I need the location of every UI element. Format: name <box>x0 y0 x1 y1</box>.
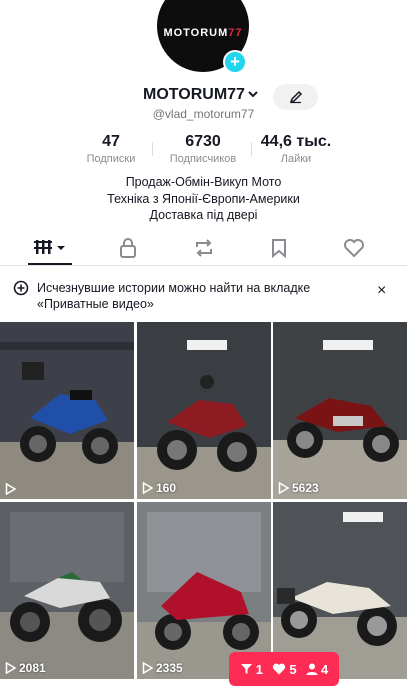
play-icon <box>5 483 16 495</box>
view-count: 5623 <box>278 481 319 495</box>
notice-text: Исчезнувшие истории можно найти на вклад… <box>37 281 311 311</box>
following-count: 47 <box>102 133 120 150</box>
motorcycle-thumbnail-image <box>137 322 271 499</box>
avatar-logo-subtitle <box>202 41 203 46</box>
followers-count: 6730 <box>185 133 221 150</box>
bio-line: Техніка з Японії-Європи-Америки <box>107 191 300 206</box>
play-icon <box>5 662 16 674</box>
likes-notification-count: 5 <box>272 662 297 677</box>
motorcycle-thumbnail-image <box>0 322 134 499</box>
bio-line: Доставка під двері <box>149 208 258 222</box>
profile-tabs <box>0 232 407 266</box>
close-icon[interactable]: × <box>377 282 386 300</box>
play-icon <box>142 482 153 494</box>
video-thumbnail[interactable]: 5623 <box>273 322 407 499</box>
motorcycle-thumbnail-image <box>0 502 134 679</box>
tab-reposts[interactable] <box>186 236 222 260</box>
inbox-count: 1 <box>240 662 263 677</box>
add-story-button[interactable]: + <box>223 50 247 74</box>
likes-count: 44,6 тыс. <box>260 133 332 150</box>
private-videos-notice: Исчезнувшие истории можно найти на вклад… <box>0 276 407 318</box>
avatar-logo: MOTORUM77 <box>163 26 243 39</box>
video-grid: 160 5623 2081 2335 <box>0 322 407 699</box>
profile-bio: Продаж-Обмін-Викуп Мото Техніка з Японії… <box>0 174 407 224</box>
activity-bubble[interactable]: 1 5 4 <box>229 652 339 686</box>
tab-liked[interactable] <box>336 236 372 260</box>
view-count: 2335 <box>142 661 183 675</box>
username-row: MOTORUM77 <box>0 84 407 110</box>
video-thumbnail[interactable]: 160 <box>137 322 271 499</box>
video-thumbnail[interactable]: 2081 <box>0 502 134 679</box>
pencil-icon <box>289 90 302 104</box>
play-icon <box>142 662 153 674</box>
stat-divider <box>152 142 153 156</box>
view-count: 2081 <box>5 661 46 675</box>
username[interactable]: MOTORUM77 <box>143 86 245 104</box>
following-stat[interactable]: 47 Подписки <box>80 133 142 165</box>
view-count <box>5 483 19 495</box>
lock-icon <box>120 238 136 258</box>
tab-private[interactable] <box>110 236 146 260</box>
profile-stats: 47 Подписки 6730 Подписчиков 44,6 тыс. Л… <box>0 133 407 169</box>
tab-favorites[interactable] <box>261 236 297 260</box>
tab-videos[interactable] <box>32 236 68 260</box>
play-icon <box>278 482 289 494</box>
avatar[interactable]: MOTORUM77 + <box>157 0 249 74</box>
following-label: Подписки <box>86 153 136 165</box>
heart-icon <box>273 663 286 675</box>
likes-label: Лайки <box>280 153 312 165</box>
likes-stat[interactable]: 44,6 тыс. Лайки <box>256 133 336 165</box>
followers-label: Подписчиков <box>169 153 237 165</box>
bookmark-icon <box>272 239 286 258</box>
followers-stat[interactable]: 6730 Подписчиков <box>160 133 246 165</box>
filter-funnel-icon <box>240 664 252 674</box>
video-thumbnail[interactable] <box>0 322 134 499</box>
bio-line: Продаж-Обмін-Викуп Мото <box>125 175 282 189</box>
person-icon <box>306 663 318 675</box>
followers-notification-count: 4 <box>306 662 328 677</box>
active-tab-indicator <box>28 263 72 265</box>
motorcycle-thumbnail-image <box>273 322 407 499</box>
view-count: 160 <box>142 481 176 495</box>
add-story-icon <box>13 280 29 296</box>
chevron-down-icon[interactable] <box>247 88 259 100</box>
videos-grid-icon <box>34 240 65 254</box>
repost-icon <box>196 239 212 257</box>
stat-divider <box>251 142 252 156</box>
user-handle: @vlad_motorum77 <box>152 107 255 121</box>
heart-icon <box>344 239 364 258</box>
